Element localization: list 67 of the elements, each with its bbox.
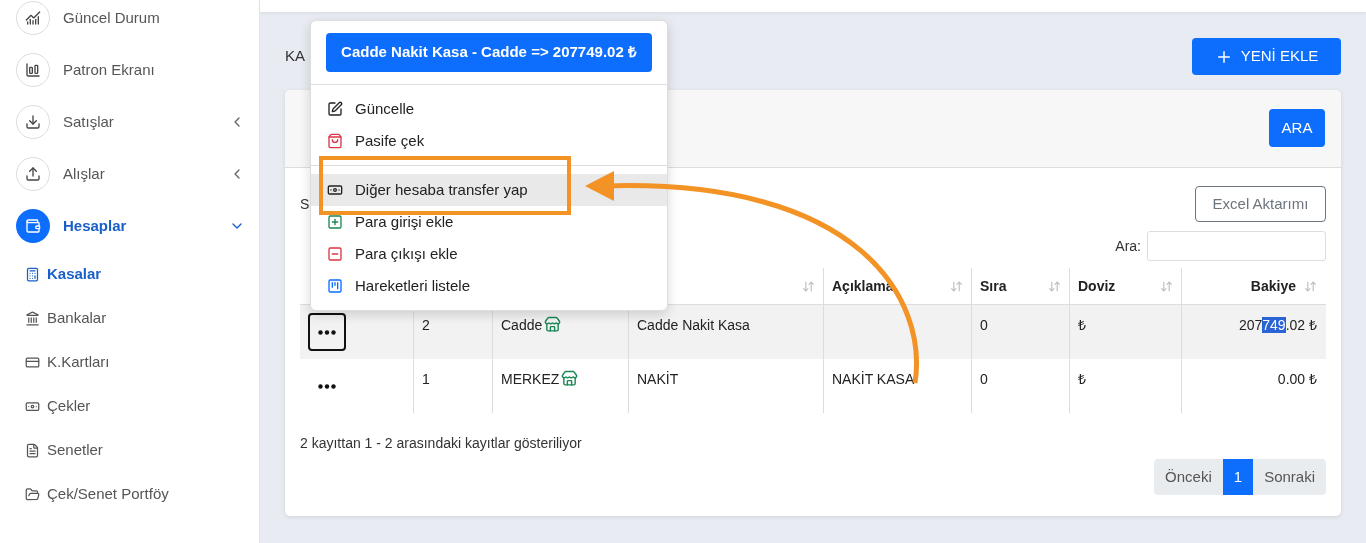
sidebar-subitem[interactable]: Çek/Senet Portföy	[0, 472, 259, 516]
search-field[interactable]	[1147, 231, 1326, 261]
column-header[interactable]: Doviz	[1078, 275, 1116, 297]
sort-icon[interactable]	[1304, 279, 1317, 293]
pagination-button[interactable]: Sonraki	[1253, 459, 1326, 495]
sidebar-item[interactable]: Güncel Durum	[0, 0, 259, 44]
edit-icon	[327, 101, 343, 117]
sort-icon[interactable]	[1048, 279, 1061, 293]
toolbar-label: S	[300, 194, 310, 214]
menu-item[interactable]: Pasife çek	[311, 125, 667, 157]
cash-register-icon	[25, 266, 40, 282]
table-cell-text: Cadde Nakit Kasa	[637, 316, 750, 335]
table-row[interactable]: 2 Cadde Cadde Nakit Kasa 0 ₺ 207749.02 ₺	[300, 305, 1326, 359]
column-header[interactable]: Bakiye	[1250, 275, 1296, 297]
column-header[interactable]: Sıra	[980, 275, 1007, 297]
folder-icon	[25, 486, 40, 502]
menu-item[interactable]: Para çıkışı ekle	[311, 238, 667, 270]
sidebar-item[interactable]: Patron Ekranı	[0, 44, 259, 96]
table-cell-text: ₺	[1078, 316, 1086, 335]
more-button[interactable]	[308, 313, 346, 351]
list-icon	[327, 278, 343, 294]
minus-square-icon	[327, 246, 343, 262]
banknote-icon	[327, 182, 343, 198]
menu-item[interactable]: Hareketleri listele	[311, 270, 667, 302]
table-cell-text: Cadde	[501, 316, 543, 335]
add-new-button[interactable]: YENİ EKLE	[1192, 38, 1341, 75]
sidebar-subitem[interactable]: K.Kartları	[0, 340, 259, 384]
menu-item[interactable]: Güncelle	[311, 93, 667, 125]
sidebar-item[interactable]: Hesaplar	[0, 200, 259, 252]
ellipsis-icon	[318, 329, 336, 335]
sort-icon[interactable]	[802, 279, 815, 293]
sidebar-subitem[interactable]: Kasalar	[0, 252, 259, 296]
store-icon	[544, 316, 562, 333]
excel-export-button[interactable]: Excel Aktarımı	[1195, 186, 1326, 222]
page-title: KA	[285, 46, 305, 67]
table-cell-text: NAKİT	[637, 370, 679, 389]
menu-item[interactable]: Para girişi ekle	[311, 206, 667, 238]
sort-icon[interactable]	[950, 279, 963, 293]
pagination-button[interactable]: Önceki	[1154, 459, 1223, 495]
ellipsis-icon	[318, 383, 336, 389]
sidebar-item[interactable]: Alışlar	[0, 148, 259, 200]
table-cell-text: 1	[422, 370, 430, 389]
menu-header: Cadde Nakit Kasa - Cadde => 207749.02 ₺	[326, 33, 652, 72]
table-cell-text: MERKEZ	[501, 370, 560, 389]
table-cell-text: 0	[980, 370, 988, 389]
pagination-button[interactable]: 1	[1222, 459, 1254, 495]
table-cell-text: 0.00 ₺	[1277, 370, 1317, 389]
table-info: 2 kayıttan 1 - 2 arasındaki kayıtlar gösteriliyor	[300, 435, 582, 451]
sort-icon[interactable]	[1160, 279, 1173, 293]
bank-icon	[25, 310, 40, 326]
sidebar-subitem[interactable]: Bankalar	[0, 296, 259, 340]
sidebar-subitem[interactable]: Çekler	[0, 384, 259, 428]
menu-item[interactable]: Diğer hesaba transfer yap	[311, 174, 667, 206]
table-cell-text: 0	[980, 316, 988, 335]
table-cell-text: 2	[422, 316, 430, 335]
credit-card-icon	[25, 354, 40, 370]
document-icon	[25, 442, 40, 458]
search-button[interactable]: ARA	[1269, 109, 1325, 147]
search-label: Ara:	[1115, 236, 1141, 256]
bag-icon	[327, 133, 343, 149]
sidebar-subitem[interactable]: Senetler	[0, 428, 259, 472]
table-cell-text: 207749.02 ₺	[1238, 316, 1317, 335]
sidebar-item[interactable]: Satışlar	[0, 96, 259, 148]
table-cell-text: ₺	[1078, 370, 1086, 389]
store-icon	[561, 370, 579, 387]
plus-square-icon	[327, 214, 343, 230]
wallet-icon	[16, 209, 50, 243]
